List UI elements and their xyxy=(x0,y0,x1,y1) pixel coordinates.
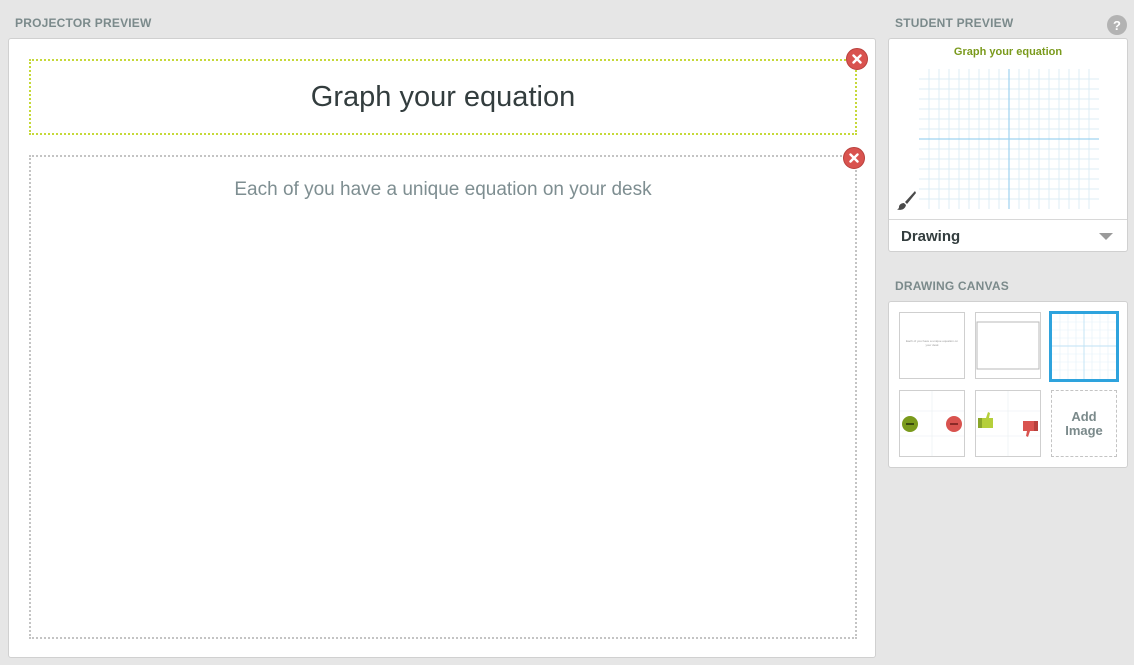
canvas-option-plus-minus[interactable] xyxy=(899,390,965,457)
student-preview-panel: Graph your equation Drawing xyxy=(888,38,1128,252)
thumbs-up-icon xyxy=(978,412,993,428)
slide-body-text[interactable]: Each of you have a unique equation on yo… xyxy=(31,179,855,201)
dropdown-selected-value: Drawing xyxy=(901,228,961,245)
student-preview-label: STUDENT PREVIEW xyxy=(895,16,1014,30)
slide-title[interactable]: Graph your equation xyxy=(311,81,575,114)
response-type-dropdown[interactable]: Drawing xyxy=(889,220,1127,251)
canvas-option-slide-text[interactable]: Each of you have a unique equation on yo… xyxy=(899,312,965,379)
chevron-down-icon xyxy=(1099,233,1113,240)
projector-preview-panel: Graph your equation Each of you have a u… xyxy=(8,38,876,658)
remove-body-button[interactable] xyxy=(843,147,865,169)
remove-title-button[interactable] xyxy=(846,48,868,70)
close-icon xyxy=(852,54,862,64)
canvas-option-thumbs[interactable] xyxy=(975,390,1041,457)
canvas-option-blank-frame[interactable] xyxy=(975,312,1041,379)
student-preview-title: Graph your equation xyxy=(953,46,1063,58)
graph-grid xyxy=(919,69,1099,209)
close-icon xyxy=(849,153,859,163)
drawing-canvas-label: DRAWING CANVAS xyxy=(895,279,1009,293)
frame-thumbnail xyxy=(976,321,1040,370)
thumbs-thumbnail xyxy=(976,391,1040,456)
canvas-option-graph-grid[interactable] xyxy=(1049,311,1119,382)
title-text-box[interactable]: Graph your equation xyxy=(29,59,857,135)
thumbs-down-icon xyxy=(1023,421,1038,437)
add-image-label: Add Image xyxy=(1065,408,1103,438)
thumbnail-text: Each of you have a unique equation on yo… xyxy=(905,339,959,347)
add-image-button[interactable]: Add Image xyxy=(1051,390,1117,457)
drawing-canvas-panel: Each of you have a unique equation on yo… xyxy=(888,301,1128,468)
projector-preview-label: PROJECTOR PREVIEW xyxy=(15,16,152,30)
plus-minus-thumbnail xyxy=(900,391,964,456)
grid-thumbnail xyxy=(1052,314,1116,379)
help-icon[interactable]: ? xyxy=(1107,15,1127,35)
brush-icon[interactable] xyxy=(895,189,917,211)
student-preview-canvas: Graph your equation xyxy=(889,39,1127,220)
body-text-box[interactable]: Each of you have a unique equation on yo… xyxy=(29,155,857,639)
